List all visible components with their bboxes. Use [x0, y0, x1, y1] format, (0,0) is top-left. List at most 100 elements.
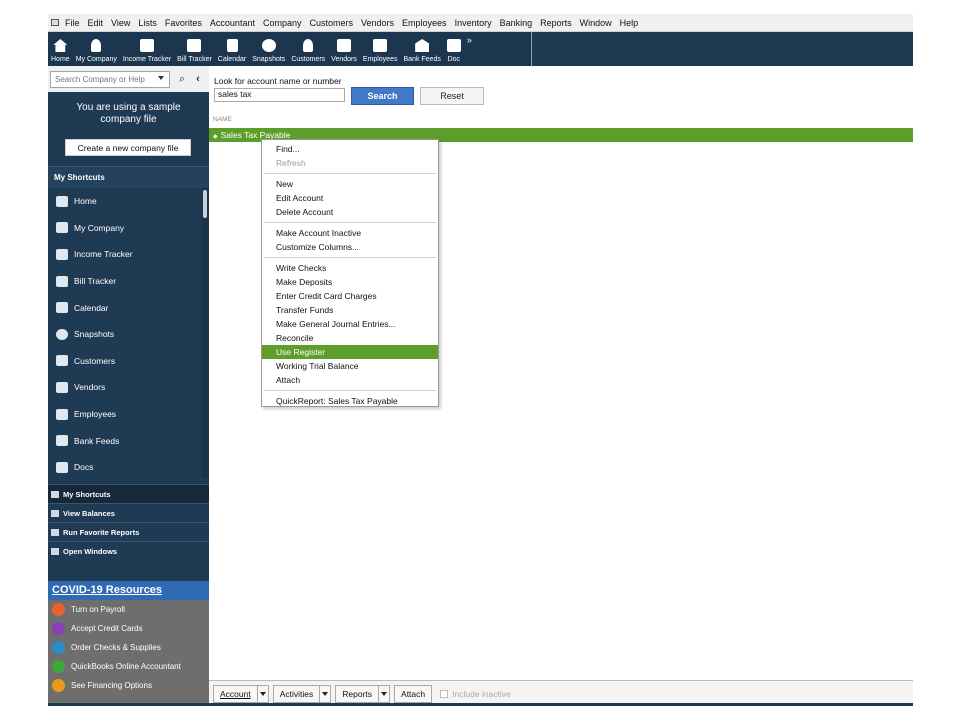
- covid-quickbooks-online-accountant[interactable]: QuickBooks Online Accountant: [48, 657, 209, 676]
- icon-bar-group: Home My Company Income Tracker Bill Trac…: [48, 32, 532, 66]
- covid-accept-credit-cards[interactable]: Accept Credit Cards: [48, 619, 209, 638]
- attach-button[interactable]: Attach: [394, 684, 433, 703]
- icon-bar: Home My Company Income Tracker Bill Trac…: [48, 32, 913, 66]
- ctx-enter-credit-card-charges[interactable]: Enter Credit Card Charges: [262, 289, 438, 303]
- shortcut-bill-tracker[interactable]: Bill Tracker: [48, 268, 202, 295]
- menu-help[interactable]: Help: [620, 18, 639, 28]
- menu-customers[interactable]: Customers: [309, 18, 353, 28]
- account-dropdown[interactable]: [256, 684, 269, 703]
- section-view-balances[interactable]: View Balances: [48, 503, 209, 522]
- section-open-windows[interactable]: Open Windows: [48, 541, 209, 560]
- iconbar-calendar[interactable]: Calendar: [215, 32, 249, 66]
- iconbar-home[interactable]: Home: [48, 32, 73, 66]
- vendors-icon: [56, 381, 68, 393]
- iconbar-employees[interactable]: Employees: [360, 32, 401, 66]
- shortcut-customers[interactable]: Customers: [48, 348, 202, 375]
- ctx-make-deposits[interactable]: Make Deposits: [262, 275, 438, 289]
- shortcut-income-tracker[interactable]: Income Tracker: [48, 241, 202, 268]
- menu-banking[interactable]: Banking: [500, 18, 533, 28]
- payroll-icon: [52, 603, 65, 616]
- ctx-make-general-journal-entries[interactable]: Make General Journal Entries...: [262, 317, 438, 331]
- reports-icon: [51, 528, 59, 536]
- section-my-shortcuts[interactable]: My Shortcuts: [48, 484, 209, 503]
- search-button[interactable]: Search: [351, 87, 414, 105]
- ctx-make-account-inactive[interactable]: Make Account Inactive: [262, 226, 438, 240]
- activities-button[interactable]: Activities: [272, 684, 321, 703]
- shortcut-home[interactable]: Home: [48, 188, 202, 215]
- search-dropdown-icon[interactable]: [158, 76, 164, 80]
- menu-vendors[interactable]: Vendors: [361, 18, 394, 28]
- covid-order-checks[interactable]: Order Checks & Supplies: [48, 638, 209, 657]
- iconbar-more-button[interactable]: »: [464, 32, 475, 66]
- scroll-thumb[interactable]: [203, 190, 207, 218]
- menu-accountant[interactable]: Accountant: [210, 18, 255, 28]
- search-company-input[interactable]: [50, 70, 170, 88]
- shortcut-label: Income Tracker: [74, 249, 133, 260]
- ctx-delete-account[interactable]: Delete Account: [262, 205, 438, 219]
- menu-inventory[interactable]: Inventory: [455, 18, 492, 28]
- shortcuts-scrollbar[interactable]: [202, 188, 209, 478]
- iconbar-snapshots[interactable]: Snapshots: [249, 32, 288, 66]
- covid-financing-options[interactable]: See Financing Options: [48, 676, 209, 695]
- covid-resources-title[interactable]: COVID-19 Resources: [48, 581, 209, 600]
- collapse-sidebar-icon[interactable]: ‹: [191, 71, 205, 88]
- reports-button[interactable]: Reports: [335, 684, 380, 703]
- shortcut-my-company[interactable]: My Company: [48, 215, 202, 242]
- shortcut-bank-feeds[interactable]: Bank Feeds: [48, 427, 202, 454]
- menu-lists[interactable]: Lists: [138, 18, 157, 28]
- covid-turn-on-payroll[interactable]: Turn on Payroll: [48, 600, 209, 619]
- menu-company[interactable]: Company: [263, 18, 302, 28]
- shortcuts-header: My Shortcuts: [48, 166, 209, 188]
- menu-reports[interactable]: Reports: [540, 18, 572, 28]
- menu-employees[interactable]: Employees: [402, 18, 447, 28]
- section-run-favorite-reports[interactable]: Run Favorite Reports: [48, 522, 209, 541]
- shortcut-docs[interactable]: Docs: [48, 454, 202, 481]
- iconbar-bank-feeds[interactable]: Bank Feeds: [400, 32, 443, 66]
- vendors-icon: [337, 39, 351, 52]
- shortcut-employees[interactable]: Employees: [48, 401, 202, 428]
- activities-dropdown[interactable]: [319, 684, 332, 703]
- ctx-new[interactable]: New: [262, 177, 438, 191]
- shortcut-calendar[interactable]: Calendar: [48, 294, 202, 321]
- create-company-button[interactable]: Create a new company file: [65, 139, 191, 156]
- employees-icon: [56, 408, 68, 420]
- iconbar-docs[interactable]: Doc: [444, 32, 464, 66]
- shortcut-snapshots[interactable]: Snapshots: [48, 321, 202, 348]
- iconbar-label: Bank Feeds: [403, 56, 441, 63]
- ctx-quickreport[interactable]: QuickReport: Sales Tax Payable: [262, 394, 438, 408]
- system-menu-icon[interactable]: [51, 19, 59, 26]
- ctx-write-checks[interactable]: Write Checks: [262, 261, 438, 275]
- ctx-reconcile[interactable]: Reconcile: [262, 331, 438, 345]
- iconbar-customers[interactable]: Customers: [288, 32, 328, 66]
- ctx-find[interactable]: Find...: [262, 142, 438, 156]
- menu-edit[interactable]: Edit: [88, 18, 104, 28]
- iconbar-income-tracker[interactable]: Income Tracker: [120, 32, 174, 66]
- ctx-attach[interactable]: Attach: [262, 373, 438, 387]
- iconbar-bill-tracker[interactable]: Bill Tracker: [174, 32, 215, 66]
- include-inactive-checkbox[interactable]: Include inactive: [440, 689, 511, 699]
- ctx-working-trial-balance[interactable]: Working Trial Balance: [262, 359, 438, 373]
- menu-favorites[interactable]: Favorites: [165, 18, 202, 28]
- account-search-input[interactable]: sales tax: [214, 88, 345, 102]
- iconbar-vendors[interactable]: Vendors: [328, 32, 360, 66]
- reset-button[interactable]: Reset: [420, 87, 484, 105]
- shortcut-label: Vendors: [74, 382, 106, 393]
- ctx-customize-columns[interactable]: Customize Columns...: [262, 240, 438, 254]
- search-icon[interactable]: ⌕: [173, 71, 191, 88]
- chevron-down-icon: [322, 691, 329, 696]
- column-header-name[interactable]: NAME: [213, 116, 232, 123]
- ctx-edit-account[interactable]: Edit Account: [262, 191, 438, 205]
- ctx-use-register[interactable]: Use Register: [262, 345, 438, 359]
- menu-window[interactable]: Window: [580, 18, 612, 28]
- shortcut-vendors[interactable]: Vendors: [48, 374, 202, 401]
- menu-file[interactable]: File: [65, 18, 80, 28]
- iconbar-my-company[interactable]: My Company: [73, 32, 120, 66]
- menu-view[interactable]: View: [111, 18, 130, 28]
- chevron-right-icon: »: [466, 35, 472, 45]
- menu-separator: [264, 390, 436, 391]
- company-search-row: ⌕ ‹: [48, 66, 209, 92]
- ctx-transfer-funds[interactable]: Transfer Funds: [262, 303, 438, 317]
- account-button[interactable]: Account: [213, 684, 258, 703]
- reports-dropdown[interactable]: [378, 684, 391, 703]
- checkbox-icon[interactable]: [440, 689, 449, 698]
